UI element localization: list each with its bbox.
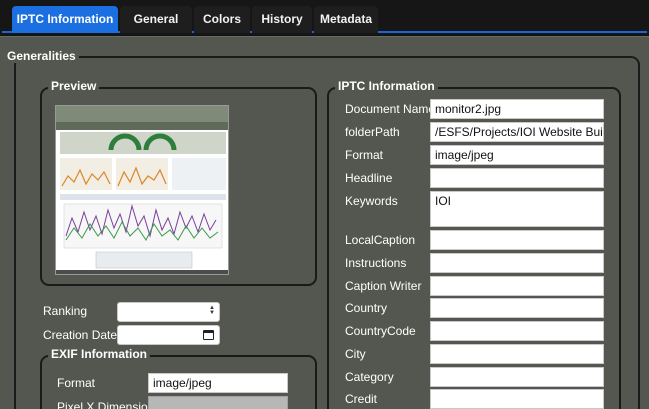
exif-format-label: Format xyxy=(57,376,96,390)
generalities-title: Generalities xyxy=(4,49,79,63)
credit-label: Credit xyxy=(345,392,378,406)
exif-format-field[interactable]: image/jpeg xyxy=(148,373,288,393)
exif-pixel-x-field[interactable] xyxy=(148,396,288,409)
exif-title: EXIF Information xyxy=(48,347,150,361)
tab-colors[interactable]: Colors xyxy=(194,6,250,33)
document-name-label: Document Name xyxy=(345,102,436,116)
tab-metadata[interactable]: Metadata xyxy=(314,6,378,33)
instructions-label: Instructions xyxy=(345,256,407,270)
document-name-field[interactable]: monitor2.jpg xyxy=(430,99,604,119)
country-code-field[interactable] xyxy=(430,321,604,341)
iptc-title: IPTC Information xyxy=(335,79,438,93)
credit-field[interactable] xyxy=(430,389,604,409)
ranking-select[interactable]: ▲ ▼ xyxy=(117,302,220,322)
category-label: Category xyxy=(345,370,394,384)
format-field[interactable]: image/jpeg xyxy=(430,145,604,165)
city-label: City xyxy=(345,347,366,361)
ranking-label: Ranking xyxy=(43,304,88,318)
preview-image xyxy=(55,105,229,275)
preview-title: Preview xyxy=(48,79,100,93)
caption-writer-field[interactable] xyxy=(430,276,604,296)
keywords-field[interactable]: IOI xyxy=(430,191,604,227)
tabs: IPTC Information General Colors History … xyxy=(2,6,647,33)
folder-path-field[interactable]: /ESFS/Projects/IOI Website Build xyxy=(430,122,604,142)
headline-field[interactable] xyxy=(430,168,604,188)
local-caption-label: LocalCaption xyxy=(345,233,416,247)
city-field[interactable] xyxy=(430,344,604,364)
headline-label: Headline xyxy=(345,171,393,185)
category-field[interactable] xyxy=(430,367,604,387)
exif-pixel-x-label: Pixel X Dimension xyxy=(57,400,155,409)
caption-writer-label: Caption Writer xyxy=(345,279,422,293)
country-code-label: CountryCode xyxy=(345,324,416,338)
tab-iptc-information[interactable]: IPTC Information xyxy=(12,6,118,33)
preview-thumbnail-graphic xyxy=(56,106,228,274)
folder-path-label: folderPath xyxy=(345,125,400,139)
tab-history[interactable]: History xyxy=(252,6,312,33)
creation-date-input[interactable] xyxy=(117,325,220,345)
creation-date-label: Creation Date xyxy=(43,328,118,342)
tab-general[interactable]: General xyxy=(120,6,192,33)
country-label: Country xyxy=(345,301,388,315)
keywords-label: Keywords xyxy=(345,194,398,208)
format-label: Format xyxy=(345,148,384,162)
instructions-field[interactable] xyxy=(430,253,604,273)
tab-bar: IPTC Information General Colors History … xyxy=(0,0,649,35)
updown-arrows-icon: ▲ ▼ xyxy=(209,305,215,316)
country-field[interactable] xyxy=(430,298,604,318)
local-caption-field[interactable] xyxy=(430,230,604,250)
calendar-icon[interactable] xyxy=(203,330,214,340)
